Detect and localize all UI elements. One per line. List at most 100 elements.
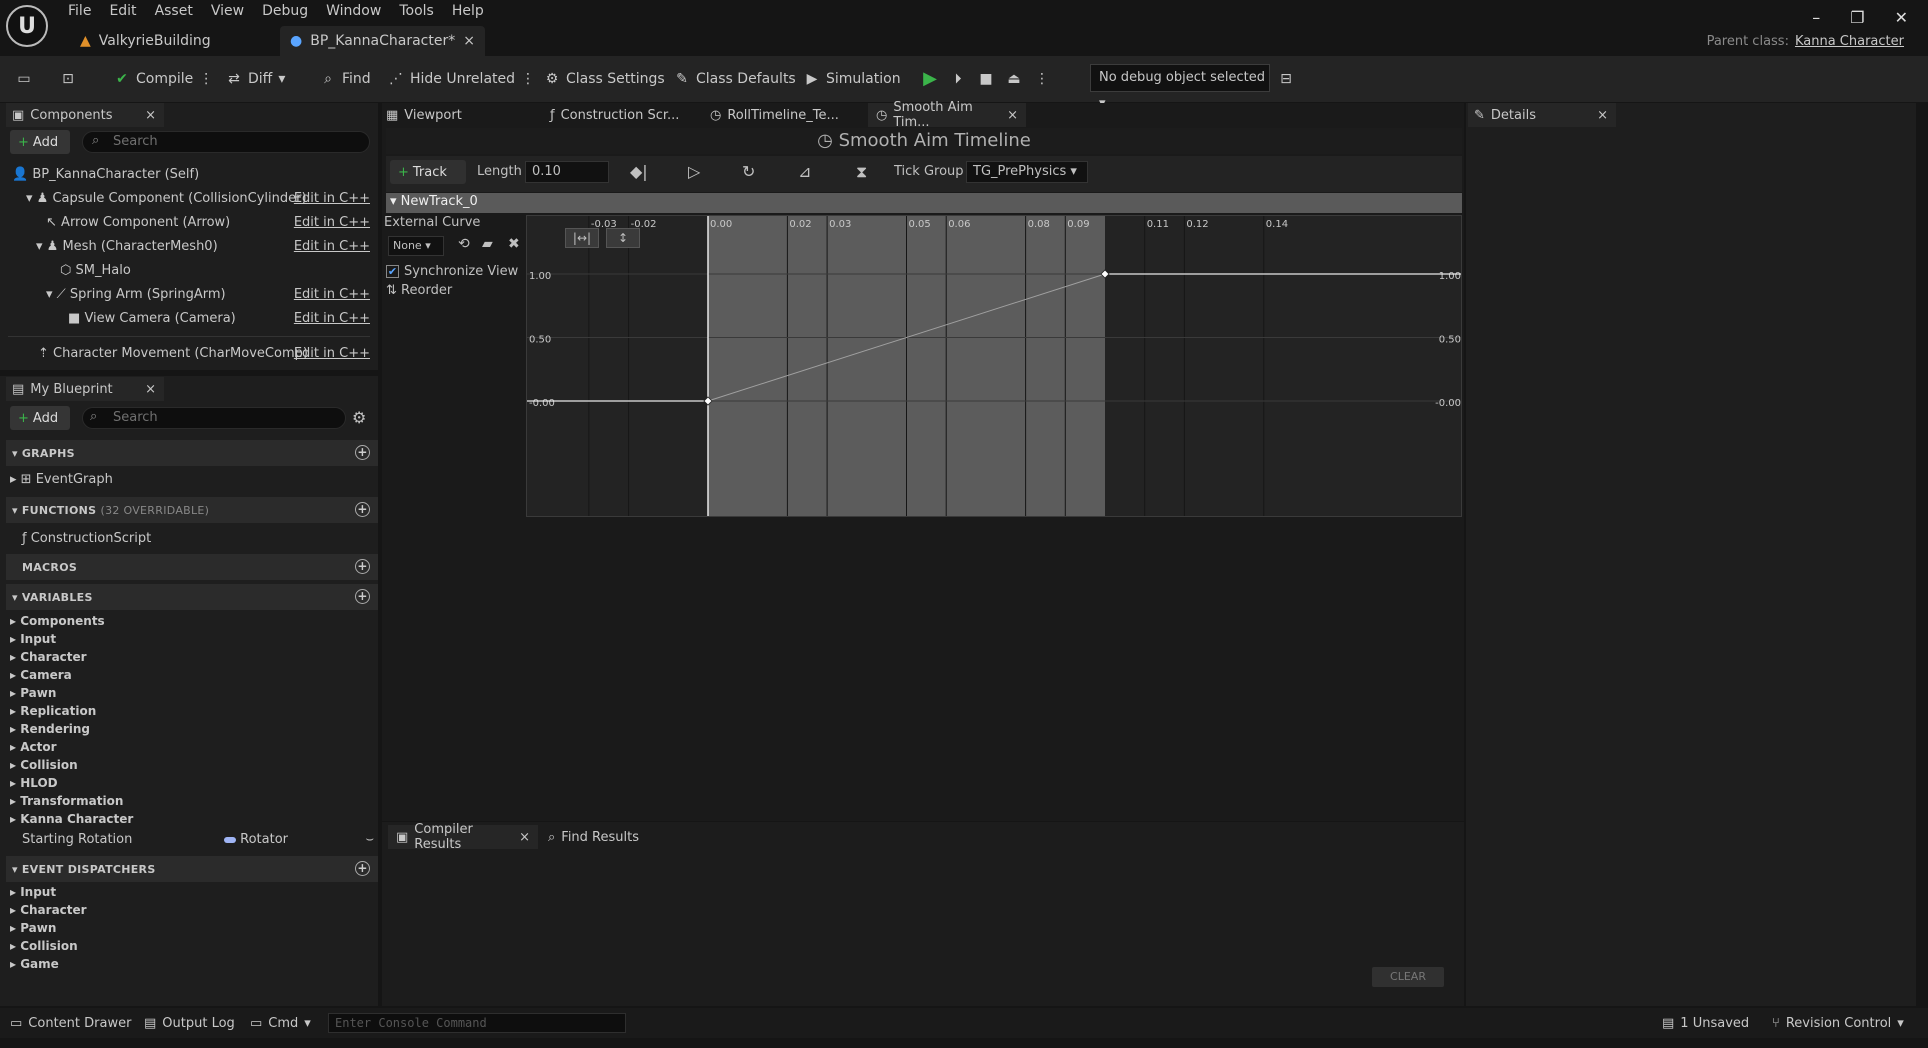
- step-icon[interactable]: ⏵: [950, 71, 966, 87]
- tree-item-charmove[interactable]: ⇡ Character Movement (CharMoveComp) Edit …: [0, 343, 378, 365]
- var-group-item[interactable]: ▸ Rendering: [10, 720, 133, 738]
- debug-filter-button[interactable]: ⊟: [1278, 66, 1294, 92]
- reorder-control[interactable]: ⇅ Reorder: [386, 283, 452, 298]
- curve-graph-svg[interactable]: -0.03 -0.02 0.00 0.02 0.03 0.05 0.06 0.08 0.09 0.…: [527, 216, 1462, 517]
- variable-type[interactable]: Rotator: [224, 829, 288, 851]
- clear-curve-icon[interactable]: ✖: [508, 236, 520, 252]
- tab-construction-script[interactable]: ƒ Construction Scr...: [550, 103, 679, 127]
- var-group-item[interactable]: ▸ Collision: [10, 756, 133, 774]
- close-icon[interactable]: ×: [145, 382, 156, 397]
- menu-tools[interactable]: Tools: [395, 2, 448, 20]
- var-group-item[interactable]: ▸ Components: [10, 612, 133, 630]
- functions-header[interactable]: ▾ FUNCTIONS (32 OVERRIDABLE) +: [6, 497, 378, 523]
- var-group-item[interactable]: ▸ HLOD: [10, 774, 133, 792]
- macros-header[interactable]: MACROS +: [6, 554, 378, 580]
- revision-control-button[interactable]: ⑂ Revision Control ▾: [1772, 1008, 1904, 1038]
- edit-in-cpp-link[interactable]: Edit in C++: [294, 343, 370, 365]
- var-group-item[interactable]: ▸ Kanna Character: [10, 810, 133, 828]
- add-variable-icon[interactable]: +: [355, 589, 370, 604]
- details-tab[interactable]: ✎ Details ×: [1468, 103, 1616, 127]
- cmd-select[interactable]: ▭ Cmd ▾: [250, 1008, 311, 1038]
- fit-horizontal-icon[interactable]: |↔|: [565, 228, 599, 248]
- restore-icon[interactable]: ❐: [1850, 8, 1864, 27]
- menu-window[interactable]: Window: [322, 2, 395, 20]
- edit-in-cpp-link[interactable]: Edit in C++: [294, 188, 370, 210]
- close-icon[interactable]: ×: [1597, 108, 1608, 123]
- find-button[interactable]: ⌕ Find: [320, 66, 371, 92]
- debug-object-select[interactable]: No debug object selected ▾: [1090, 64, 1270, 111]
- tab-smooth-aim-timeline[interactable]: ◷ Smooth Aim Tim... ×: [868, 100, 1026, 130]
- my-blueprint-search-input[interactable]: Search: [82, 407, 346, 429]
- more-icon[interactable]: ⋮: [199, 71, 213, 87]
- use-selected-curve-icon[interactable]: ⟲: [458, 236, 470, 252]
- menu-edit[interactable]: Edit: [105, 2, 150, 20]
- track-name[interactable]: ▾ NewTrack_0: [390, 194, 478, 209]
- clear-button[interactable]: CLEAR: [1372, 967, 1444, 987]
- dispatcher-group-item[interactable]: ▸ Collision: [10, 937, 87, 955]
- play-icon[interactable]: ▶: [922, 70, 938, 88]
- simulation-button[interactable]: ▶ Simulation: [804, 66, 901, 92]
- hide-unrelated-button[interactable]: ⋰ Hide Unrelated ⋮: [388, 66, 535, 92]
- menu-view[interactable]: View: [207, 2, 258, 20]
- eject-icon[interactable]: ⏏: [1006, 71, 1022, 87]
- tree-item-mesh[interactable]: ▾ ♟ Mesh (CharacterMesh0) Edit in C++: [0, 236, 378, 258]
- var-group-item[interactable]: ▸ Replication: [10, 702, 133, 720]
- add-function-icon[interactable]: +: [355, 502, 370, 517]
- my-blueprint-add-button[interactable]: + Add: [10, 406, 70, 430]
- doc-tab-bp-kanna[interactable]: ● BP_KannaCharacter* ×: [280, 26, 485, 56]
- add-dispatcher-icon[interactable]: +: [355, 861, 370, 876]
- output-log-button[interactable]: ▤ Output Log: [144, 1008, 235, 1038]
- expand-icon[interactable]: ▾: [36, 239, 43, 254]
- var-group-item[interactable]: ▸ Character: [10, 648, 133, 666]
- more-icon[interactable]: ⋮: [1034, 71, 1050, 87]
- eye-icon[interactable]: ⌣: [365, 829, 374, 851]
- gear-icon[interactable]: ⚙: [352, 408, 366, 427]
- tree-item-springarm[interactable]: ▾ ⟋ Spring Arm (SpringArm) Edit in C++: [0, 284, 378, 306]
- edit-in-cpp-link[interactable]: Edit in C++: [294, 284, 370, 306]
- stop-icon[interactable]: ■: [978, 71, 994, 87]
- var-group-item[interactable]: ▸ Actor: [10, 738, 133, 756]
- dispatcher-group-item[interactable]: ▸ Input: [10, 883, 87, 901]
- menu-debug[interactable]: Debug: [258, 2, 322, 20]
- add-graph-icon[interactable]: +: [355, 445, 370, 460]
- edit-in-cpp-link[interactable]: Edit in C++: [294, 236, 370, 258]
- track-header[interactable]: [386, 193, 1462, 213]
- var-group-item[interactable]: ▸ Input: [10, 630, 133, 648]
- content-drawer-button[interactable]: ▭ Content Drawer: [10, 1008, 131, 1038]
- var-group-item[interactable]: ▸ Transformation: [10, 792, 133, 810]
- class-settings-button[interactable]: ⚙ Class Settings: [544, 66, 665, 92]
- components-add-button[interactable]: + Add: [10, 130, 70, 154]
- close-icon[interactable]: ×: [519, 830, 530, 845]
- var-group-item[interactable]: ▸ Pawn: [10, 684, 133, 702]
- unreal-logo-icon[interactable]: U: [6, 5, 48, 47]
- dispatcher-group-item[interactable]: ▸ Pawn: [10, 919, 87, 937]
- use-last-keyframe-icon[interactable]: ◆|: [630, 162, 648, 181]
- close-icon[interactable]: ×: [463, 33, 475, 49]
- construction-script-item[interactable]: ƒ ConstructionScript: [22, 528, 151, 550]
- components-search-input[interactable]: Search: [82, 131, 370, 153]
- tab-compiler-results[interactable]: ▣ Compiler Results ×: [388, 822, 538, 852]
- close-window-icon[interactable]: ✕: [1895, 8, 1908, 27]
- unsaved-button[interactable]: ▤ 1 Unsaved: [1662, 1008, 1749, 1038]
- class-defaults-button[interactable]: ✎ Class Defaults: [674, 66, 796, 92]
- checkbox-checked-icon[interactable]: ✔: [386, 265, 399, 278]
- my-blueprint-tab[interactable]: ▤ My Blueprint ×: [6, 377, 164, 401]
- menu-file[interactable]: File: [64, 2, 105, 20]
- tab-find-results[interactable]: ⌕ Find Results: [548, 825, 639, 849]
- replicated-icon[interactable]: ⊿: [798, 162, 811, 181]
- variable-starting-rotation[interactable]: Starting Rotation Rotator ⌣: [22, 829, 374, 851]
- edit-in-cpp-link[interactable]: Edit in C++: [294, 212, 370, 234]
- tree-item-camera[interactable]: ■ View Camera (Camera) Edit in C++: [0, 308, 378, 330]
- tick-group-select[interactable]: TG_PrePhysics ▾: [966, 161, 1088, 183]
- components-tab[interactable]: ▣ Components ×: [6, 103, 164, 127]
- autoplay-icon[interactable]: ▷: [688, 162, 700, 181]
- browse-button[interactable]: ⊡: [60, 66, 76, 92]
- close-icon[interactable]: ×: [1007, 108, 1018, 123]
- tree-item-self[interactable]: 👤 BP_KannaCharacter (Self): [0, 164, 378, 186]
- curve-graph[interactable]: -0.03 -0.02 0.00 0.02 0.03 0.05 0.06 0.08 0.09 0.…: [526, 215, 1462, 517]
- sync-view-toggle[interactable]: ✔ Synchronize View: [386, 264, 518, 279]
- fit-vertical-icon[interactable]: ↕: [606, 228, 640, 248]
- doc-tab-valkyrie[interactable]: ▲ ValkyrieBuilding: [70, 26, 270, 56]
- dispatcher-group-item[interactable]: ▸ Character: [10, 901, 87, 919]
- expand-icon[interactable]: ▾: [46, 287, 53, 302]
